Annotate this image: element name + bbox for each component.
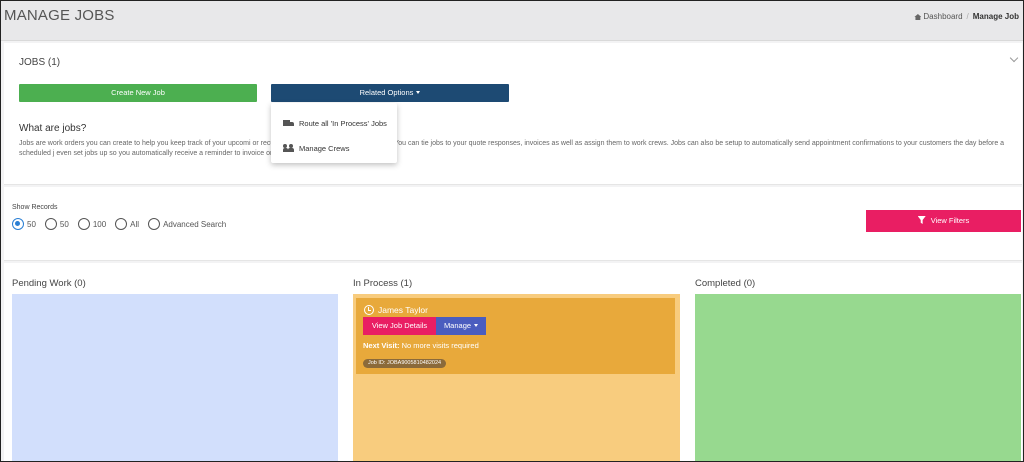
caret-down-icon xyxy=(416,91,421,94)
what-are-jobs-text: Jobs are work orders you can create to h… xyxy=(19,140,1005,157)
records-option-advanced-search[interactable]: Advanced Search xyxy=(148,218,226,230)
truck-icon xyxy=(283,120,294,127)
records-option-label: All xyxy=(130,219,140,229)
records-option-label: 100 xyxy=(92,219,107,229)
app-frame: MANAGE JOBS Dashboard / Manage Job JOBS (1… xyxy=(0,0,1024,462)
pending-work-title: Pending Work (0) xyxy=(12,278,86,289)
manage-crews-item[interactable]: Manage Crews xyxy=(283,144,349,153)
jobs-heading: JOBS (1) xyxy=(19,57,61,68)
records-panel: Show Records 50 50 100 All Advanced Sear… xyxy=(4,187,1022,261)
radio-icon[interactable] xyxy=(77,218,90,230)
radio-icon[interactable] xyxy=(115,218,128,230)
show-records-label: Show Records xyxy=(12,204,58,211)
view-filters-button[interactable]: View Filters xyxy=(866,210,1021,232)
route-in-process-jobs-label: Route all 'In Process' Jobs xyxy=(299,119,387,128)
completed-title: Completed (0) xyxy=(695,278,756,289)
next-visit-info: Next Visit: No more visits required xyxy=(363,341,479,350)
manage-label: Manage xyxy=(443,321,472,330)
related-options-label: Related Options xyxy=(359,88,414,97)
what-are-jobs-heading: What are jobs? xyxy=(19,123,87,134)
radio-checked-icon[interactable] xyxy=(12,218,24,230)
next-visit-value: No more visits required xyxy=(401,341,479,350)
completed-column xyxy=(695,294,1021,461)
manage-crews-label: Manage Crews xyxy=(299,144,350,153)
chevron-down-icon[interactable] xyxy=(1009,53,1019,63)
radio-icon[interactable] xyxy=(44,218,57,230)
filter-icon xyxy=(917,216,926,224)
page-header: MANAGE JOBS Dashboard / Manage Job xyxy=(1,1,1023,41)
related-options-button[interactable]: Related Options xyxy=(271,84,509,102)
job-id-badge: Job ID: JOBA9005810482024 xyxy=(363,359,447,368)
records-option-50-a[interactable]: 50 xyxy=(12,218,36,230)
records-option-50-b[interactable]: 50 xyxy=(44,218,69,230)
route-in-process-jobs-item[interactable]: Route all 'In Process' Jobs xyxy=(283,119,387,128)
page-title: MANAGE JOBS xyxy=(4,7,115,24)
radio-icon[interactable] xyxy=(148,218,161,230)
manage-job-button[interactable]: Manage xyxy=(436,317,486,335)
jobs-panel: JOBS (1) Create New Job Related Options … xyxy=(4,43,1022,185)
records-option-all[interactable]: All xyxy=(115,218,139,230)
records-option-label: 50 xyxy=(27,219,36,229)
related-options-dropdown: Route all 'In Process' Jobs Manage Crews xyxy=(271,103,397,163)
view-job-details-button[interactable]: View Job Details xyxy=(363,317,436,335)
pending-work-column xyxy=(12,294,338,461)
create-new-job-button[interactable]: Create New Job xyxy=(19,84,257,102)
records-option-label: 50 xyxy=(59,219,69,229)
view-filters-label: View Filters xyxy=(930,216,970,225)
breadcrumb-dashboard-link[interactable]: Dashboard xyxy=(923,12,962,21)
breadcrumb-current: Manage Job xyxy=(972,12,1019,21)
breadcrumb: Dashboard / Manage Job xyxy=(914,12,1019,21)
home-icon xyxy=(914,14,922,20)
clock-icon xyxy=(364,305,374,315)
records-option-100[interactable]: 100 xyxy=(77,218,107,230)
job-card[interactable]: James Taylor View Job Details Manage Nex… xyxy=(356,298,675,374)
breadcrumb-separator: / xyxy=(966,12,969,21)
job-customer-name: James Taylor xyxy=(378,305,428,315)
next-visit-label: Next Visit: xyxy=(363,341,400,350)
in-process-title: In Process (1) xyxy=(353,278,413,289)
caret-down-icon xyxy=(474,324,479,327)
records-radio-group: 50 50 100 All Advanced Search xyxy=(12,218,235,230)
records-option-label: Advanced Search xyxy=(163,219,227,229)
users-icon xyxy=(283,144,294,152)
